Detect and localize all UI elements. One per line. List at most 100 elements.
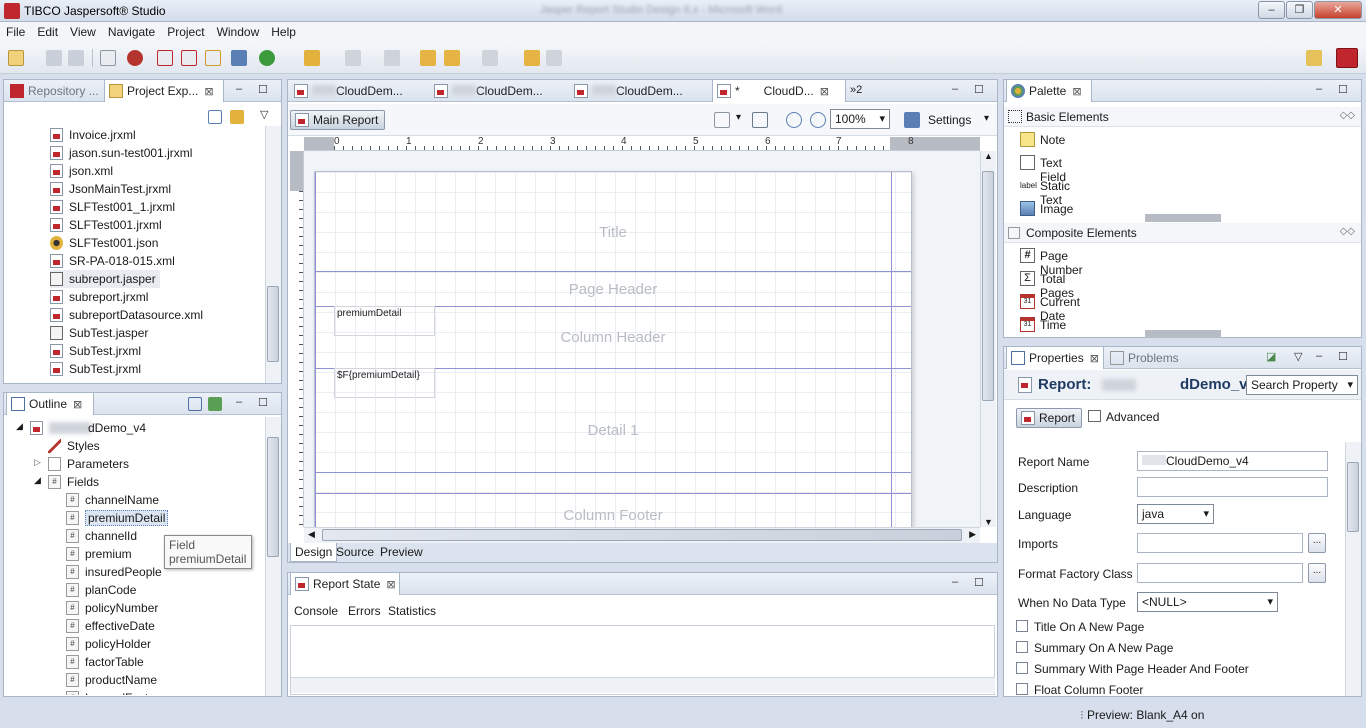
main-report-button[interactable]: Main Report [290, 110, 386, 130]
minimize-panel-icon[interactable]: – [1316, 350, 1322, 362]
new-report-icon[interactable] [157, 50, 173, 66]
file-item[interactable]: SLFTest001_1.jrxml [50, 198, 250, 216]
save-icon[interactable] [46, 50, 62, 66]
edit-report-icon[interactable] [205, 50, 221, 66]
file-item[interactable]: Invoice.jrxml [50, 126, 250, 144]
more-tabs-indicator[interactable]: »2 [850, 84, 862, 96]
next-annotation-icon[interactable] [345, 50, 361, 66]
outline-field-item[interactable]: # policyNumber [66, 599, 246, 617]
format-factory-browse-button[interactable]: ... [1308, 563, 1326, 583]
subtab-report[interactable]: Report [1016, 408, 1083, 428]
minimize-panel-icon[interactable]: – [952, 576, 958, 588]
maximize-panel-icon[interactable]: ☐ [258, 83, 268, 96]
band-title[interactable]: Title [315, 224, 911, 241]
close-button[interactable]: ✕ [1314, 1, 1362, 19]
outline-field-item[interactable]: # planCode [66, 581, 246, 599]
tab-design[interactable]: Design [290, 543, 338, 562]
close-tab-icon[interactable]: ⊠ [204, 86, 213, 98]
layout-icon[interactable] [752, 112, 768, 128]
outline-field-item[interactable]: # productName [66, 671, 246, 689]
properties-scrollbar[interactable] [1345, 442, 1361, 696]
subtab-advanced[interactable]: Advanced [1106, 410, 1159, 424]
new-data-adapter-icon[interactable] [181, 50, 197, 66]
minimize-panel-icon[interactable]: – [236, 396, 242, 408]
outline-field-item[interactable]: # effectiveDate [66, 617, 246, 635]
editor-tab-active[interactable]: * CloudD... ⊠ [712, 79, 846, 102]
tab-repository[interactable]: Repository ... [6, 80, 102, 102]
zoom-select[interactable]: 100% [830, 109, 890, 129]
outline-root[interactable]: ◢ dDemo_v4 [16, 419, 176, 437]
file-item[interactable]: SubTest.jasper [50, 324, 250, 342]
file-item[interactable]: json.xml [50, 162, 250, 180]
summary-header-footer-checkbox[interactable] [1016, 662, 1028, 674]
design-canvas[interactable]: Title Page Header Column Header Detail 1… [304, 151, 980, 527]
close-tab-icon[interactable]: ⊠ [820, 86, 829, 98]
maximize-panel-icon[interactable]: ☐ [974, 576, 984, 589]
outline-fields[interactable]: ◢ # Fields [34, 473, 174, 491]
link-editor-icon[interactable] [230, 110, 244, 124]
file-item[interactable]: JsonMainTest.jrxml [50, 180, 250, 198]
menu-window[interactable]: Window [211, 22, 266, 39]
section-composite-elements[interactable]: Composite Elements ◇◇ [1004, 223, 1361, 243]
outline-scrollbar[interactable] [265, 417, 281, 696]
menu-edit[interactable]: Edit [31, 22, 64, 39]
basic-elements-resize[interactable] [1145, 214, 1221, 222]
canvas-vertical-scrollbar[interactable]: ▲ ▼ [980, 151, 996, 527]
minimize-panel-icon[interactable]: – [952, 83, 958, 95]
open-perspective-icon[interactable] [1306, 50, 1322, 66]
section-basic-elements[interactable]: Basic Elements ◇◇ [1004, 107, 1361, 127]
maximize-button[interactable]: ❐ [1286, 1, 1313, 19]
search-property-field[interactable]: Search Property [1246, 375, 1358, 395]
pin-icon[interactable]: ◪ [1266, 350, 1276, 363]
forward-icon[interactable] [482, 50, 498, 66]
maximize-panel-icon[interactable]: ☐ [1338, 83, 1348, 96]
zoom-in-icon[interactable] [786, 112, 802, 128]
overview-icon[interactable] [208, 397, 222, 411]
view-menu-icon[interactable]: ▽ [1294, 350, 1302, 363]
settings-icon[interactable] [904, 112, 920, 128]
jaspersoft-perspective-icon[interactable] [1336, 48, 1358, 68]
file-item[interactable]: SLFTest001.json [50, 234, 250, 252]
tab-palette[interactable]: Palette ⊠ [1006, 79, 1092, 102]
tab-project-explorer[interactable]: Project Exp... ⊠ [104, 79, 224, 102]
undo-icon[interactable] [524, 50, 540, 66]
zoom-out-icon[interactable] [810, 112, 826, 128]
format-factory-input[interactable] [1137, 563, 1303, 583]
description-input[interactable] [1137, 477, 1328, 497]
maximize-panel-icon[interactable]: ☐ [258, 396, 268, 409]
editor-tab-3[interactable]: CloudDem... [570, 80, 708, 102]
outline-field-item[interactable]: #InsuredFactor [66, 689, 246, 695]
outline-field-item[interactable]: # factorTable [66, 653, 246, 671]
canvas-horizontal-scrollbar[interactable]: ◀ ▶ [304, 527, 980, 543]
menu-navigate[interactable]: Navigate [102, 22, 161, 39]
band-detail[interactable]: Detail 1 [315, 422, 911, 439]
band-page-header[interactable]: Page Header [315, 281, 911, 298]
file-item[interactable]: SubTest.jrxml [50, 360, 250, 378]
run-icon[interactable] [259, 50, 275, 66]
outline-field-item[interactable]: # channelName [66, 491, 246, 509]
band-column-footer[interactable]: Column Footer [315, 507, 911, 524]
file-item[interactable]: subreport.jrxml [50, 288, 250, 306]
file-item[interactable]: jason.sun-test001.jrxml [50, 144, 250, 162]
close-tab-icon[interactable]: ⊠ [386, 579, 395, 591]
tab-preview[interactable]: Preview [380, 545, 423, 559]
close-tab-icon[interactable]: ⊠ [73, 399, 82, 411]
dataset-icon[interactable] [714, 112, 730, 128]
subtab-errors[interactable]: Errors [348, 604, 381, 618]
tab-outline[interactable]: Outline ⊠ [6, 392, 94, 415]
file-item[interactable]: SR-PA-018-015.xml [50, 252, 250, 270]
imports-input[interactable] [1137, 533, 1303, 553]
console-horizontal-scrollbar[interactable] [291, 677, 995, 693]
text-field-element[interactable]: $F{premiumDetail} [334, 368, 435, 398]
tab-source[interactable]: Source [336, 545, 374, 559]
redo-icon[interactable] [546, 50, 562, 66]
debug-icon[interactable] [127, 50, 143, 66]
outline-field-item[interactable]: # premiumDetail [66, 509, 246, 527]
editor-tab-1[interactable]: CloudDem... [290, 80, 428, 102]
external-tools-icon[interactable] [304, 50, 320, 66]
editor-tab-2[interactable]: CloudDem... [430, 80, 568, 102]
maximize-panel-icon[interactable]: ☐ [974, 83, 984, 96]
static-text-element[interactable]: premiumDetail [334, 306, 435, 336]
prev-annotation-icon[interactable] [384, 50, 400, 66]
view-menu-icon[interactable]: ▽ [260, 108, 268, 121]
